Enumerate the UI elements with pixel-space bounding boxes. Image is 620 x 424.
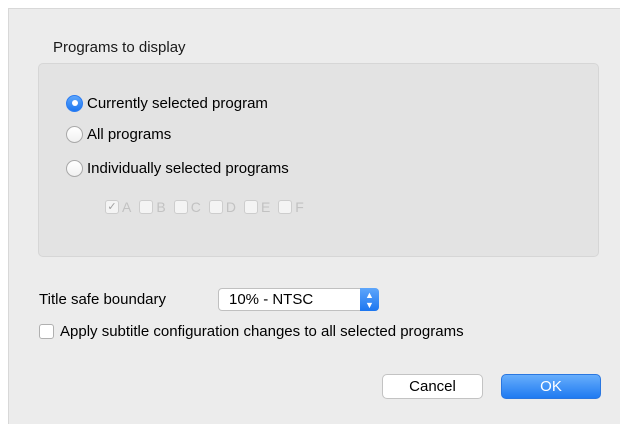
program-label: A [122, 199, 132, 215]
cancel-button[interactable]: Cancel [382, 374, 483, 399]
apply-subtitle-config-label: Apply subtitle configuration changes to … [60, 323, 464, 340]
program-label: D [225, 199, 236, 215]
program-checkbox-d[interactable]: D [208, 199, 236, 215]
radio-individually-selected-programs[interactable]: Individually selected programs [66, 158, 289, 178]
checkbox-box [173, 200, 188, 214]
checkbox-box [139, 200, 154, 214]
radio-button[interactable] [66, 125, 83, 143]
radio-button[interactable] [66, 159, 83, 177]
program-checkbox-c[interactable]: C [173, 199, 201, 215]
checkmark-icon: ✓ [105, 200, 119, 214]
radio-label: Currently selected program [87, 94, 268, 112]
radio-dot [71, 100, 78, 106]
checkbox-box [243, 200, 258, 214]
select-value: 10% - NTSC [229, 291, 314, 308]
ok-button[interactable]: OK [501, 374, 601, 399]
dialog: Programs to display Currently selected p… [8, 8, 620, 424]
apply-subtitle-config-checkbox[interactable]: Apply subtitle configuration changes to … [39, 323, 620, 340]
radio-label: All programs [87, 125, 172, 143]
checkbox-box[interactable] [39, 324, 54, 339]
checkbox-box [208, 200, 223, 214]
radio-all-programs[interactable]: All programs [66, 124, 171, 144]
program-checkbox-b[interactable]: B [139, 199, 166, 215]
program-label: E [260, 199, 271, 215]
radio-button-selected[interactable] [66, 94, 83, 112]
radio-currently-selected-program[interactable]: Currently selected program [66, 93, 268, 113]
program-checkbox-a[interactable]: ✓ A [105, 199, 131, 215]
title-safe-boundary-select[interactable]: 10% - NTSC ▲ ▼ [218, 288, 379, 311]
up-down-chevron-icon: ▲ ▼ [360, 288, 379, 311]
program-label: F [295, 199, 304, 215]
group-title: Programs to display [53, 39, 186, 56]
checkbox-box [278, 200, 293, 214]
program-checkboxes: ✓ A B C D E F [105, 199, 312, 215]
program-label: B [156, 199, 166, 215]
title-safe-boundary-label: Title safe boundary [39, 291, 167, 308]
program-label: C [190, 199, 201, 215]
program-checkbox-e[interactable]: E [243, 199, 271, 215]
radio-label: Individually selected programs [87, 159, 289, 177]
program-checkbox-f[interactable]: F [278, 199, 304, 215]
